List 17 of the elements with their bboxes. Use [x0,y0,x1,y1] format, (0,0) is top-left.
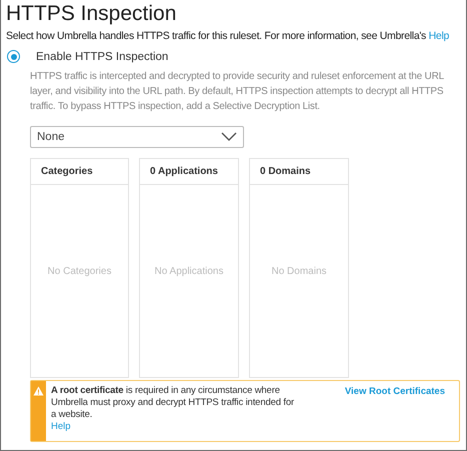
help-link[interactable]: Help [51,421,71,432]
page-title: HTTPS Inspection [6,2,178,26]
panel-heading: 0 Applications [140,159,238,185]
panel-heading: Categories [31,159,128,185]
empty-state-text: No Domains [271,266,327,276]
empty-state-text: No Categories [48,266,112,276]
chevron-icon [221,132,237,142]
intro-text: Select how Umbrella handles HTTPS traffic for this ruleset. For more information, see Umbrella's Help [6,30,450,42]
panel-heading: 0 Domains [250,159,348,185]
dropdown[interactable]: None [30,126,244,148]
option-description: HTTPS traffic is intercepted and decrypted to provide security and ruleset enforcement at the URL layer, and visibility into the URL path. By default, HTTPS inspection attempts to decrypt all HTTPS traffic. To bypass HTTPS inspection, add a Selective Decryption List. [30,70,445,114]
help-link[interactable]: Help [428,30,450,42]
option-label: Enable HTTPS Inspection [36,50,168,62]
radio-button[interactable] [7,50,20,63]
empty-state-text: No Applications [154,266,224,276]
alert-message: A root certificate is required in any circumstance where Umbrella must proxy and decrypt HTTPS traffic intended for a website. [51,385,295,421]
view-certificates-link[interactable]: View Root Certificates [344,386,445,441]
